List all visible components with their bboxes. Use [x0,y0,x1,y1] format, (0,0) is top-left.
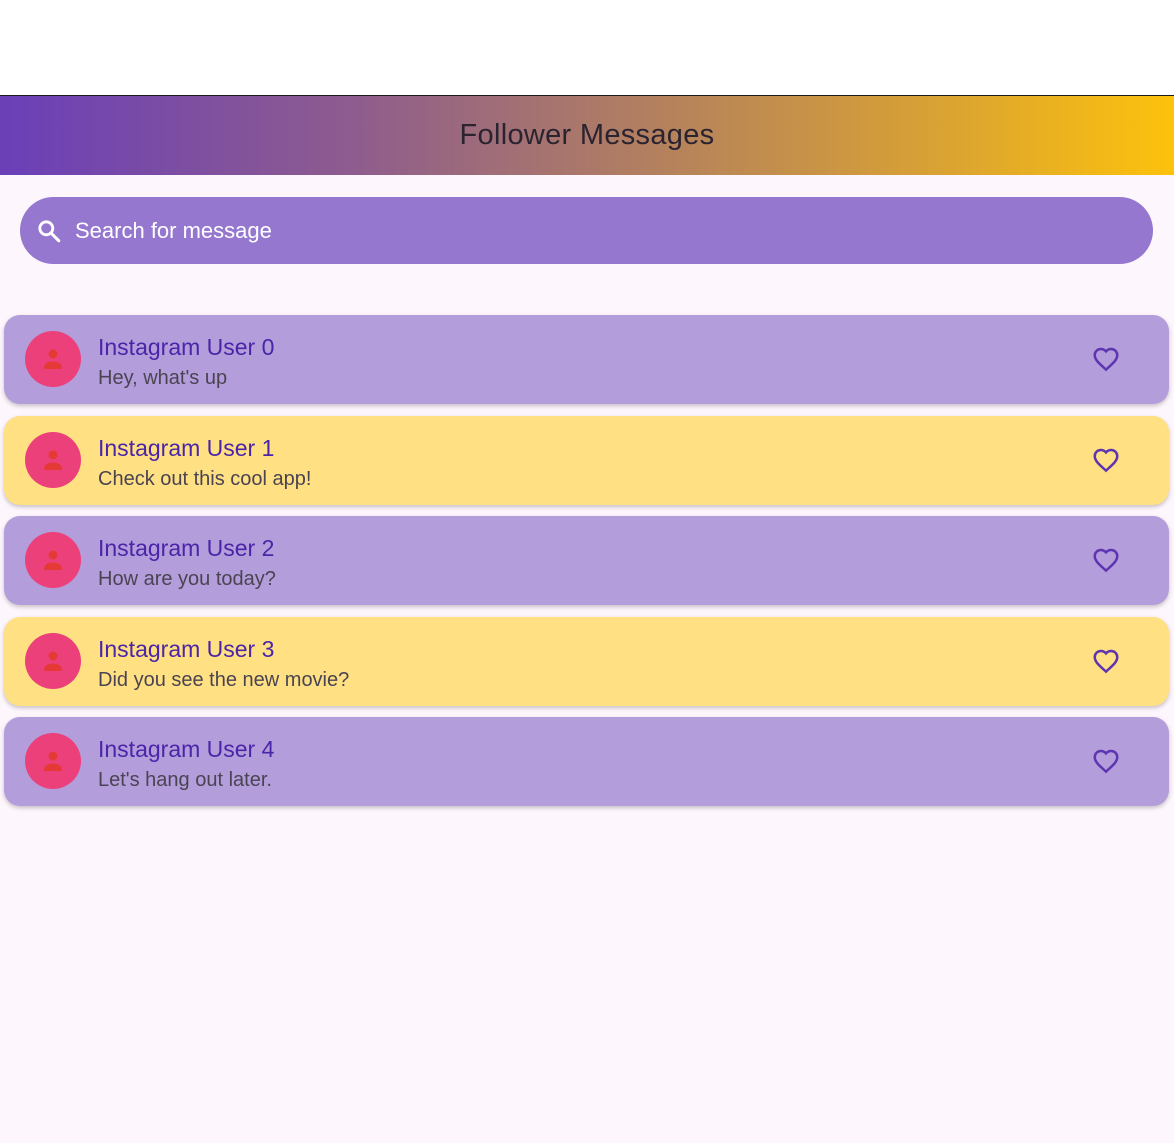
sender-name: Instagram User 0 [98,334,275,360]
message-card[interactable]: Instagram User 4 Let's hang out later. [4,717,1169,806]
person-icon [44,550,62,570]
avatar [25,331,81,387]
message-preview: Check out this cool app! [98,467,312,490]
sender-name: Instagram User 3 [98,635,275,662]
message-preview: Let's hang out later. [98,769,272,791]
message-card[interactable]: Instagram User 0 Hey, what's up [4,315,1169,404]
message-card[interactable]: Instagram User 1 Check out this cool app… [4,415,1169,505]
message-texts: Instagram User 3 Did you see the new mov… [98,635,349,693]
message-preview: Did you see the new movie? [98,668,350,691]
message-card[interactable]: Instagram User 3 Did you see the new mov… [4,616,1169,706]
avatar [25,532,81,588]
message-texts: Instagram User 4 Let's hang out later. [98,735,274,793]
app-bar: Follower Messages [0,95,1174,175]
avatar [25,733,81,789]
search-input[interactable] [75,210,1153,251]
sender-name: Instagram User 2 [98,535,275,561]
message-preview: Hey, what's up [98,367,228,389]
heart-outline-icon[interactable] [1089,745,1123,777]
sender-name: Instagram User 1 [98,434,275,461]
message-preview: How are you today? [98,568,276,590]
heart-outline-icon[interactable] [1089,645,1123,677]
status-area [0,0,1174,95]
heart-outline-icon[interactable] [1089,343,1123,375]
message-list: Instagram User 0 Hey, what's up Instagra… [4,315,1169,818]
message-card[interactable]: Instagram User 2 How are you today? [4,516,1169,605]
sender-name: Instagram User 4 [98,736,275,762]
avatar [25,632,81,689]
person-icon [44,349,62,369]
person-icon [44,751,62,771]
message-texts: Instagram User 2 How are you today? [98,534,276,592]
page-title: Follower Messages [459,119,715,151]
message-texts: Instagram User 1 Check out this cool app… [98,434,311,492]
message-texts: Instagram User 0 Hey, what's up [98,333,274,391]
heart-outline-icon[interactable] [1089,444,1123,476]
search-icon [35,217,63,245]
heart-outline-icon[interactable] [1089,544,1123,576]
search-bar[interactable] [20,197,1153,264]
person-icon [44,651,62,671]
avatar [25,431,81,488]
person-icon [44,450,62,470]
